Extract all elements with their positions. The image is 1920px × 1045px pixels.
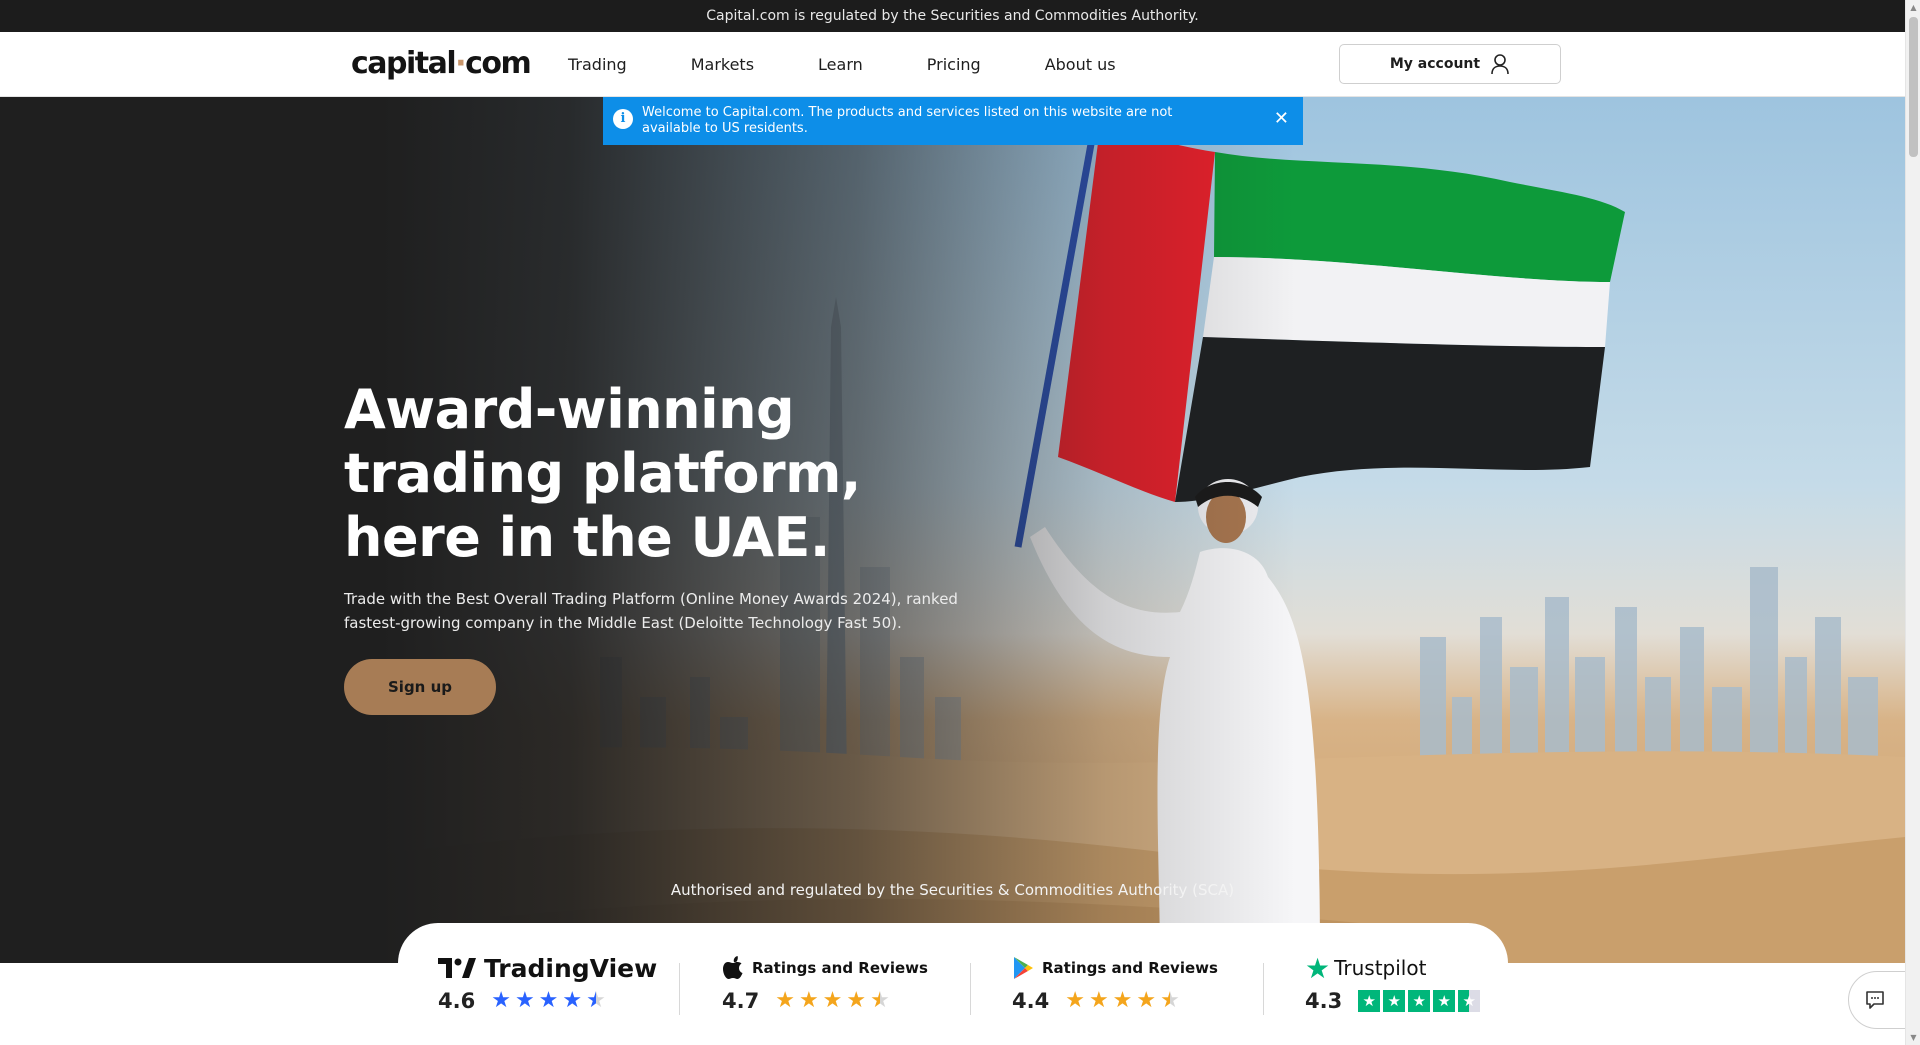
chat-button[interactable]	[1848, 971, 1912, 1029]
rating-tradingview[interactable]: TradingView 4.6 ★ ★ ★ ★ ★	[438, 953, 657, 1013]
star-rating: ★ ★ ★ ★ ★	[1358, 990, 1481, 1012]
star-icon: ★	[1458, 990, 1481, 1012]
sca-regulation-text: Authorised and regulated by the Securiti…	[670, 881, 1235, 899]
rating-score: 4.4	[1012, 989, 1050, 1013]
logo-text-right: com	[465, 46, 532, 81]
star-icon: ★	[1358, 990, 1381, 1012]
chat-icon	[1866, 991, 1884, 1009]
nav-markets[interactable]: Markets	[691, 55, 754, 74]
rating-trustpilot[interactable]: ★ Trustpilot 4.3 ★ ★ ★ ★ ★	[1305, 951, 1481, 1013]
star-icon: ★	[1112, 988, 1133, 1013]
us-residents-notice: i Welcome to Capital.com. The products a…	[603, 97, 1303, 145]
rating-row: 4.6 ★ ★ ★ ★ ★	[438, 989, 657, 1014]
page-scrollbar[interactable]: ▲ ▼	[1905, 0, 1920, 1045]
regulation-banner: Capital.com is regulated by the Securiti…	[0, 0, 1905, 32]
divider	[970, 963, 971, 1015]
star-icon: ★	[775, 988, 795, 1013]
capital-com-logo[interactable]: capital·com	[351, 46, 532, 81]
my-account-label: My account	[1389, 56, 1481, 72]
star-icon: ★	[822, 988, 843, 1013]
rating-row: 4.7 ★ ★ ★ ★ ★	[722, 989, 928, 1014]
star-icon: ★	[1065, 988, 1085, 1013]
nav-trading[interactable]: Trading	[568, 55, 627, 74]
my-account-button[interactable]: My account	[1339, 44, 1561, 84]
info-icon: i	[613, 109, 633, 129]
star-icon: ★	[1160, 988, 1180, 1013]
star-icon: ★	[514, 988, 535, 1013]
star-icon: ★	[1383, 990, 1406, 1012]
divider	[1263, 963, 1264, 1015]
main-nav: Trading Markets Learn Pricing About us	[568, 32, 1180, 97]
star-icon: ★	[1088, 988, 1109, 1013]
sign-up-button[interactable]: Sign up	[344, 659, 496, 715]
nav-pricing[interactable]: Pricing	[927, 55, 981, 74]
logo-dot: ·	[455, 46, 466, 81]
close-icon[interactable]: ✕	[1274, 109, 1289, 129]
rating-row: 4.4 ★ ★ ★ ★ ★	[1012, 989, 1218, 1014]
star-icon: ★	[1433, 990, 1456, 1012]
star-rating: ★ ★ ★ ★ ★	[491, 989, 606, 1013]
rating-app-store[interactable]: Ratings and Reviews 4.7 ★ ★ ★ ★ ★	[722, 953, 928, 1013]
star-icon: ★	[562, 988, 583, 1013]
nav-learn[interactable]: Learn	[818, 55, 863, 74]
logo-text-left: capital	[351, 46, 457, 81]
star-rating: ★ ★ ★ ★ ★	[775, 989, 890, 1013]
google-play-head: Ratings and Reviews	[1012, 953, 1218, 983]
rating-source: Ratings and Reviews	[752, 959, 928, 977]
scroll-up-arrow-icon[interactable]: ▲	[1906, 0, 1920, 15]
app-store-head: Ratings and Reviews	[722, 953, 928, 983]
scrollbar-thumb[interactable]	[1909, 17, 1918, 157]
rating-google-play[interactable]: Ratings and Reviews 4.4 ★ ★ ★ ★ ★	[1012, 953, 1218, 1013]
divider	[679, 963, 680, 1015]
trustpilot-star-icon: ★	[1305, 951, 1331, 985]
star-icon: ★	[870, 988, 890, 1013]
star-rating: ★ ★ ★ ★ ★	[1065, 989, 1180, 1013]
user-icon	[1491, 54, 1509, 75]
rating-score: 4.3	[1305, 989, 1343, 1013]
site-header: capital·com Trading Markets Learn Pricin…	[0, 32, 1905, 97]
rating-source: TradingView	[484, 953, 658, 983]
rating-score: 4.7	[722, 989, 760, 1013]
apple-icon	[723, 956, 743, 979]
star-icon: ★	[1408, 990, 1431, 1012]
google-play-icon	[1014, 957, 1033, 979]
star-icon: ★	[798, 988, 819, 1013]
rating-source: Trustpilot	[1334, 956, 1427, 980]
star-icon: ★	[1136, 988, 1157, 1013]
nav-about-us[interactable]: About us	[1045, 55, 1116, 74]
scroll-down-arrow-icon[interactable]: ▼	[1906, 1030, 1920, 1045]
star-icon: ★	[491, 988, 511, 1013]
rating-source: Ratings and Reviews	[1042, 959, 1218, 977]
notice-text: Welcome to Capital.com. The products and…	[642, 105, 1173, 136]
regulation-banner-text: Capital.com is regulated by the Securiti…	[706, 8, 1199, 24]
tradingview-head: TradingView	[438, 953, 657, 983]
star-icon: ★	[586, 988, 606, 1013]
trustpilot-head: ★ Trustpilot	[1305, 951, 1480, 985]
rating-row: 4.3 ★ ★ ★ ★ ★	[1305, 989, 1481, 1013]
star-icon: ★	[538, 988, 559, 1013]
rating-score: 4.6	[438, 989, 476, 1013]
star-icon: ★	[846, 988, 867, 1013]
tradingview-logo-icon	[438, 958, 476, 978]
hero-headline: Award-winning trading platform, here in …	[344, 378, 861, 569]
hero-subtext: Trade with the Best Overall Trading Plat…	[344, 590, 958, 632]
ratings-panel: TradingView 4.6 ★ ★ ★ ★ ★ Ratings and Review…	[398, 923, 1508, 1045]
